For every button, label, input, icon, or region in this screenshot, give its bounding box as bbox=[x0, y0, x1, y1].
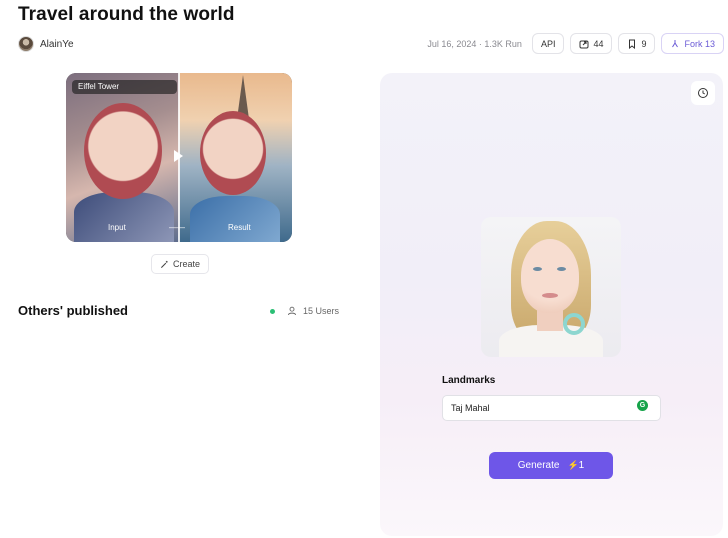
generator-panel: Landmarks G Generate ⚡1 bbox=[380, 73, 723, 536]
portrait-lips bbox=[542, 293, 558, 298]
online-dot bbox=[270, 308, 275, 314]
history-icon bbox=[698, 88, 708, 98]
generate-button[interactable]: Generate ⚡1 bbox=[489, 452, 613, 479]
page-title: Travel around the world bbox=[18, 4, 235, 25]
input-label: Input bbox=[108, 223, 126, 232]
history-button[interactable] bbox=[691, 81, 715, 105]
bolt-icon: ⚡ bbox=[567, 460, 579, 470]
portrait-face bbox=[521, 239, 579, 313]
landmarks-input[interactable] bbox=[442, 395, 661, 421]
bookmark-count: 9 bbox=[641, 38, 647, 49]
author-name[interactable]: AlainYe bbox=[40, 39, 74, 50]
share-count: 44 bbox=[593, 38, 604, 49]
landmarks-label: Landmarks bbox=[442, 375, 496, 386]
generate-label: Generate bbox=[517, 460, 560, 471]
uploaded-portrait[interactable] bbox=[481, 217, 621, 357]
result-label: Result bbox=[228, 223, 251, 232]
users-icon bbox=[288, 306, 296, 316]
result-figure-face bbox=[200, 111, 266, 195]
bookmark-icon bbox=[629, 39, 636, 49]
users-count: 15 Users bbox=[303, 306, 340, 316]
play-icon[interactable] bbox=[174, 150, 183, 162]
author[interactable]: AlainYe bbox=[18, 36, 74, 52]
create-button[interactable]: Create bbox=[151, 254, 210, 274]
bookmark-button[interactable]: 9 bbox=[618, 33, 656, 54]
arrow-icon: —— bbox=[169, 223, 185, 232]
input-figure-face bbox=[84, 103, 162, 199]
meta-bar: Jul 16, 2024 · 1.3K Run API 44 9 Fork 13 bbox=[427, 33, 724, 54]
fork-icon bbox=[672, 39, 679, 47]
avatar[interactable] bbox=[18, 36, 34, 52]
fork-label: Fork 13 bbox=[684, 38, 715, 49]
credit-cost: ⚡1 bbox=[567, 460, 584, 471]
meta-info: Jul 16, 2024 · 1.3K Run bbox=[427, 38, 522, 49]
credit-cost-value: 1 bbox=[578, 460, 585, 471]
api-button[interactable]: API bbox=[531, 33, 565, 54]
input-figure-body bbox=[74, 192, 174, 242]
others-users[interactable]: 15 Users bbox=[270, 306, 339, 316]
create-label: Create bbox=[173, 259, 201, 269]
api-label: API bbox=[540, 38, 556, 49]
share-button[interactable]: 44 bbox=[570, 33, 613, 54]
grammarly-icon[interactable]: G bbox=[637, 400, 648, 411]
magic-wand-icon bbox=[160, 260, 168, 268]
headphones-shape bbox=[563, 313, 585, 335]
portrait-eye bbox=[533, 267, 542, 271]
example-preview[interactable]: Eiffel Tower Input —— Result bbox=[66, 73, 292, 242]
share-icon bbox=[579, 40, 589, 48]
result-figure-body bbox=[190, 196, 280, 242]
fork-button[interactable]: Fork 13 bbox=[661, 33, 724, 54]
portrait-eye bbox=[557, 267, 566, 271]
preview-tag: Eiffel Tower bbox=[72, 80, 177, 94]
others-published-title: Others' published bbox=[18, 303, 128, 318]
